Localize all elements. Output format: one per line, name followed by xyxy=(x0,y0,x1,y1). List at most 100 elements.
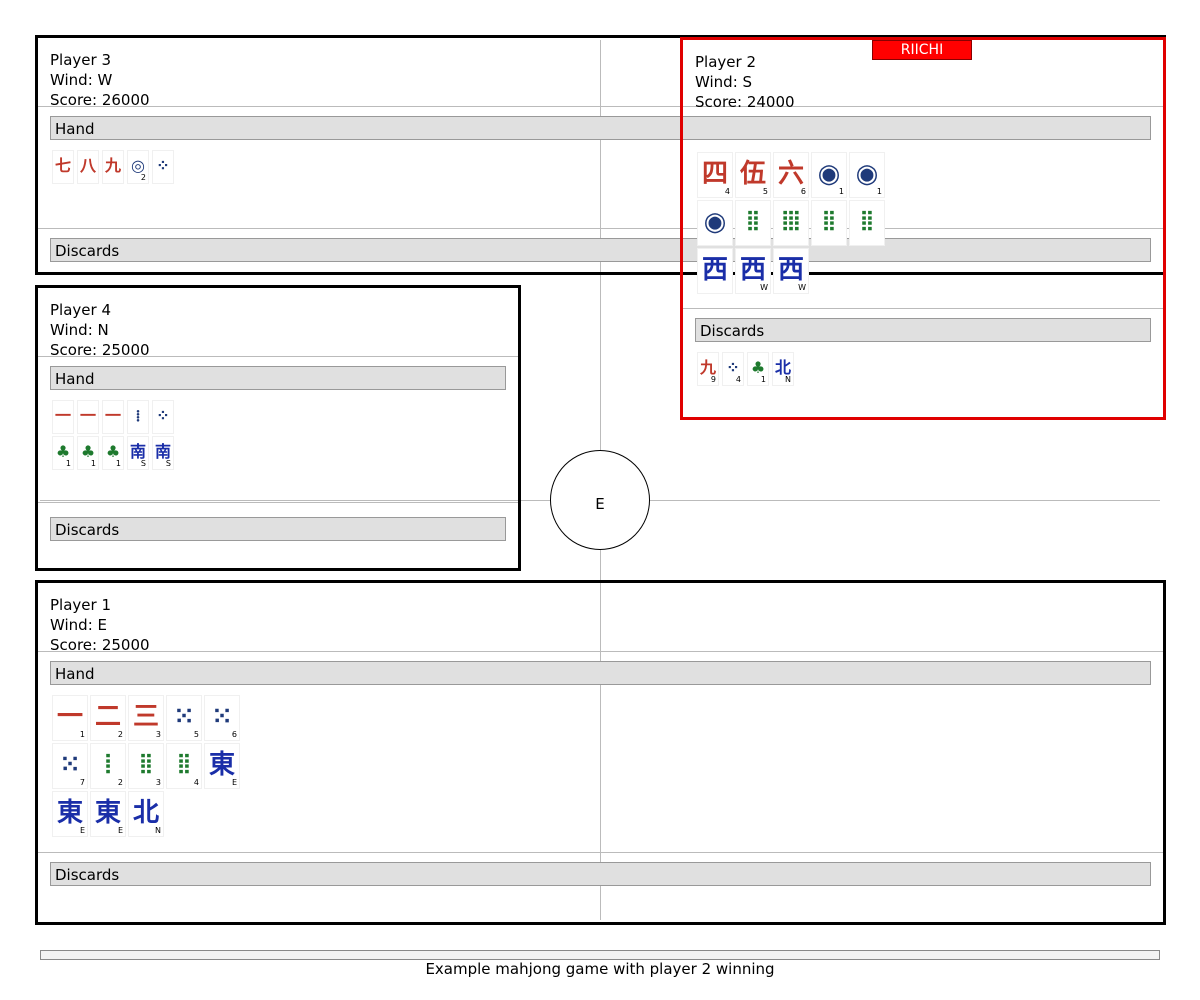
mahjong-tile[interactable]: ◎ 2 xyxy=(127,150,149,184)
mahjong-tile[interactable]: 九 xyxy=(102,150,124,184)
divider xyxy=(38,651,1163,652)
tile-index-label: N xyxy=(155,826,161,835)
mahjong-tile[interactable]: ⁙ 6 xyxy=(204,695,240,741)
mahjong-tile[interactable]: ⦙⦙ 3 xyxy=(128,743,164,789)
tile-index-label: 1 xyxy=(79,730,85,739)
tile-index-label: 3 xyxy=(155,778,161,787)
mahjong-tile[interactable]: 一 xyxy=(77,400,99,434)
mahjong-tile[interactable]: ⁘ 4 xyxy=(722,352,744,386)
mahjong-tile[interactable]: ⦙⦙ xyxy=(811,200,847,246)
mahjong-tile[interactable]: ◉ 1 xyxy=(849,152,885,198)
mahjong-tile[interactable]: 七 xyxy=(52,150,74,184)
mahjong-tile[interactable]: 八 xyxy=(77,150,99,184)
mahjong-tile[interactable]: 一 xyxy=(52,400,74,434)
tile-index-label: 1 xyxy=(838,187,844,196)
player-2-panel: Player 2 Wind: S Score: 24000 四 4 伍 5 六 6 ◉ 1 ◉ 1… xyxy=(680,37,1166,420)
tile-index-label: 1 xyxy=(876,187,882,196)
player-2-discards: 九 9 ⁘ 4 ♣ 1 北 N xyxy=(697,352,997,388)
mahjong-tile[interactable]: ⦙⦙ xyxy=(735,200,771,246)
mahjong-tile[interactable]: ⁙ 7 xyxy=(52,743,88,789)
mahjong-tile[interactable]: ⁘ xyxy=(152,150,174,184)
mahjong-tile[interactable]: 北N xyxy=(772,352,794,386)
mahjong-tile[interactable]: ⁞ xyxy=(127,400,149,434)
mahjong-tile[interactable]: ⦙⦙ xyxy=(849,200,885,246)
player-score: Score: 26000 xyxy=(50,91,150,109)
tile-index-label: E xyxy=(117,826,123,835)
mahjong-tile[interactable]: 六6 xyxy=(773,152,809,198)
caption-bar xyxy=(40,950,1160,960)
mahjong-tile[interactable]: 伍5 xyxy=(735,152,771,198)
round-wind-indicator: E xyxy=(550,450,650,550)
mahjong-tile[interactable]: ♣ 1 xyxy=(747,352,769,386)
mahjong-tile[interactable]: 四4 xyxy=(697,152,733,198)
mahjong-tile[interactable]: 北N xyxy=(128,791,164,837)
sou-tile-icon: ⦙⦙ xyxy=(861,207,873,237)
man-tile-icon: 一 xyxy=(54,406,71,425)
tile-index-label: 3 xyxy=(155,730,161,739)
mahjong-tile[interactable]: ⦙⦙⦙ xyxy=(773,200,809,246)
player-wind: Wind: S xyxy=(695,73,753,91)
divider xyxy=(38,356,518,357)
player-2-info: Player 2 Wind: S Score: 24000 xyxy=(695,52,795,112)
hand-header: Hand xyxy=(50,661,1151,685)
tile-index-label: E xyxy=(79,826,85,835)
sou-tile-icon: ⦙⦙ xyxy=(823,207,835,237)
sou-tile-icon: ⦙⦙ xyxy=(747,207,759,237)
tile-index-label: 1 xyxy=(760,375,766,384)
player-2-hand: 四 4 伍 5 六 6 ◉ 1 ◉ 1 ◉ ⦙⦙ ⦙⦙⦙ ⦙⦙ ⦙⦙ 西西 W 西 W xyxy=(697,152,897,296)
tile-index-label: N xyxy=(785,375,791,384)
discards-header: Discards xyxy=(50,862,1151,886)
player-wind: Wind: W xyxy=(50,71,113,89)
mahjong-tile[interactable]: 南S xyxy=(127,436,149,470)
tile-index-label: 6 xyxy=(231,730,237,739)
mahjong-tile[interactable]: 二2 xyxy=(90,695,126,741)
wind-tile-icon: 西 xyxy=(701,255,728,285)
mahjong-tile[interactable]: ♣ 1 xyxy=(102,436,124,470)
player-4-info: Player 4 Wind: N Score: 25000 xyxy=(50,300,150,360)
man-tile-icon: 一 xyxy=(79,406,96,425)
tile-index-label: 1 xyxy=(115,459,121,468)
player-name: Player 4 xyxy=(50,301,111,319)
mahjong-tile[interactable]: ⁙ 5 xyxy=(166,695,202,741)
mahjong-tile[interactable]: 一 xyxy=(102,400,124,434)
mahjong-tile[interactable]: 東E xyxy=(52,791,88,837)
mahjong-tile[interactable]: 三3 xyxy=(128,695,164,741)
tile-index-label: 4 xyxy=(193,778,199,787)
man-tile-icon: 九 xyxy=(104,156,121,175)
mahjong-tile[interactable]: 西 xyxy=(697,248,733,294)
mahjong-tile[interactable]: ⦙⦙ 4 xyxy=(166,743,202,789)
mahjong-tile[interactable]: 南S xyxy=(152,436,174,470)
mahjong-tile[interactable]: 西W xyxy=(773,248,809,294)
player-1-info: Player 1 Wind: E Score: 25000 xyxy=(50,595,150,655)
tile-index-label: 4 xyxy=(735,375,741,384)
tile-index-label: 6 xyxy=(800,187,806,196)
tile-index-label: 2 xyxy=(117,778,123,787)
mahjong-tile[interactable]: ⁘ xyxy=(152,400,174,434)
tile-index-label: S xyxy=(165,459,171,468)
mahjong-tile[interactable]: 一1 xyxy=(52,695,88,741)
mahjong-tile[interactable]: 東E xyxy=(90,791,126,837)
man-tile-icon: 八 xyxy=(79,156,96,175)
mahjong-tile[interactable]: 東E xyxy=(204,743,240,789)
pin-tile-icon: ⁘ xyxy=(156,156,170,175)
discards-header: Discards xyxy=(50,517,506,541)
mahjong-tile[interactable]: ◉ 1 xyxy=(811,152,847,198)
mahjong-tile[interactable]: 九9 xyxy=(697,352,719,386)
player-1-hand: 一 1 二 2 三 3 ⁙ 5 ⁙ 6 ⁙ 7 ⦙ 2 ⦙⦙ 3 ⦙⦙ 4 東 E 東 E 東 E 北 N xyxy=(52,695,252,839)
mahjong-tile[interactable]: ◉ xyxy=(697,200,733,246)
tile-index-label: E xyxy=(231,778,237,787)
tile-index-label: 4 xyxy=(724,187,730,196)
tile-index-label: 9 xyxy=(710,375,716,384)
player-score: Score: 24000 xyxy=(695,93,795,111)
tile-index-label: W xyxy=(760,283,768,292)
sou-tile-icon: ⦙⦙⦙ xyxy=(782,207,800,237)
mahjong-tile[interactable]: ♣ 1 xyxy=(52,436,74,470)
mahjong-tile[interactable]: ♣ 1 xyxy=(77,436,99,470)
mahjong-tile[interactable]: 西W xyxy=(735,248,771,294)
mahjong-tile[interactable]: ⦙ 2 xyxy=(90,743,126,789)
pin-tile-icon: ⁘ xyxy=(156,406,170,425)
player-1-panel: Player 1 Wind: E Score: 25000 Hand 一1二2三… xyxy=(35,580,1166,925)
player-name: Player 2 xyxy=(695,53,756,71)
tile-index-label: 1 xyxy=(65,459,71,468)
pin-tile-icon: ⁞ xyxy=(135,406,141,425)
